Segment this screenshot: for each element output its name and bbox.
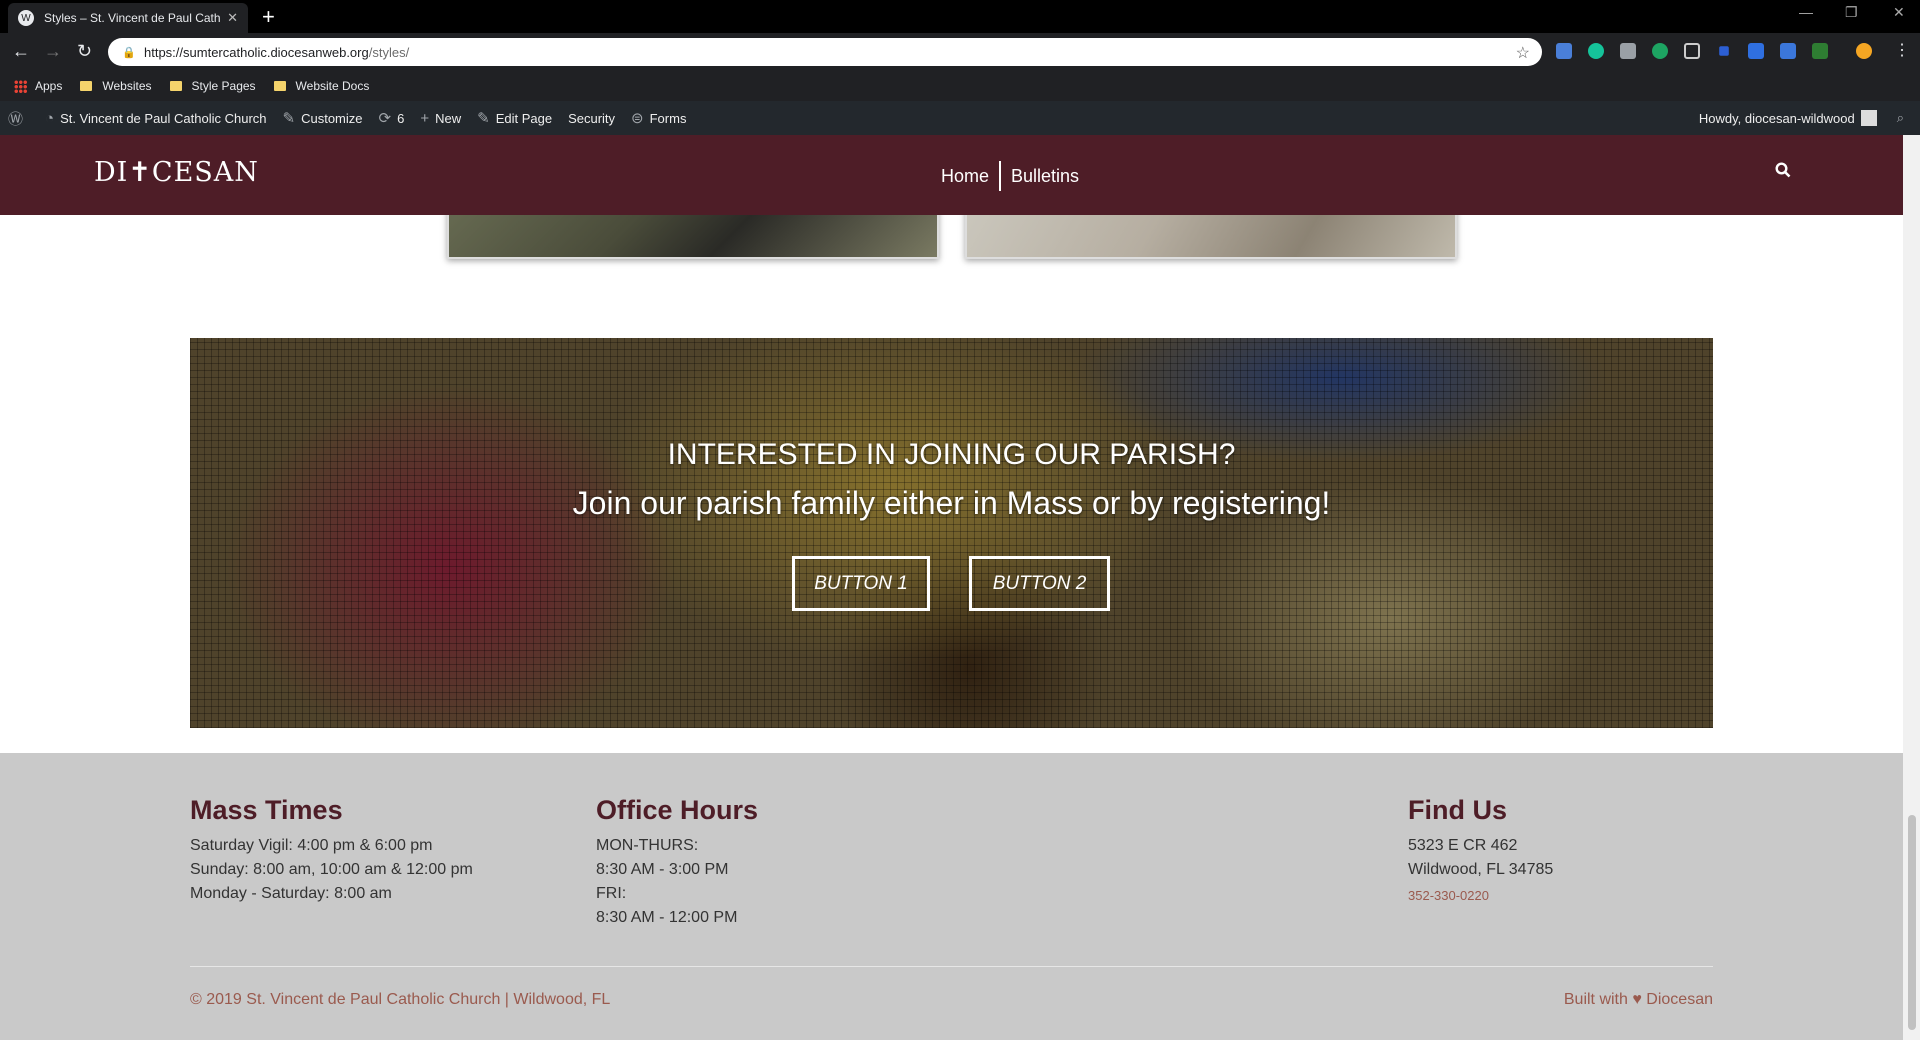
tab-title: Styles – St. Vincent de Paul Catho [44,11,222,25]
nav-divider [999,161,1002,191]
reload-icon[interactable]: ↻ [77,41,92,61]
folder-icon [80,81,93,91]
banner-subtitle: Join our parish family either in Mass or… [572,485,1331,521]
folder-icon [273,81,286,91]
bookmark-websites[interactable]: Websites [80,79,152,93]
admin-customize[interactable]: ✎ Customize [283,109,363,127]
address-line: 5323 E CR 462 [1408,837,1518,854]
browser-tab-bar: W Styles – St. Vincent de Paul Catho ✕ +… [0,0,1920,33]
footer-mass-times: Mass Times Saturday Vigil: 4:00 pm & 6:0… [190,795,473,906]
mass-time-line: Sunday: 8:00 am, 10:00 am & 12:00 pm [190,861,473,878]
wordpress-favicon-icon: W [18,10,34,26]
pencil-icon: ✎ [477,110,490,127]
mass-time-line: Saturday Vigil: 4:00 pm & 6:00 pm [190,837,433,854]
address-line: Wildwood, FL 34785 [1408,861,1554,878]
site-logo[interactable]: DI✝CESAN [94,157,259,188]
lock-icon: 🔒 [122,47,136,59]
extension-dollar-icon[interactable] [1812,43,1828,59]
forms-icon: ⊜ [631,110,644,127]
office-hours-heading: Office Hours [596,795,759,825]
dashboard-icon: ◔ [45,109,55,127]
site-header: DI✝CESAN Home Bulletins [0,135,1903,215]
folder-icon [169,81,182,91]
main-nav: Home Bulletins [941,161,1079,191]
mass-times-heading: Mass Times [190,795,343,825]
new-tab-icon[interactable]: + [262,5,275,29]
browser-toolbar: ← → ↻ 🔒 https://sumtercatholic.diocesanw… [0,33,1920,71]
extension-chat-icon[interactable] [1652,43,1668,59]
wp-admin-bar: Ⓦ ◔ St. Vincent de Paul Catholic Church ✎… [0,101,1920,135]
admin-new[interactable]: + New [420,110,461,127]
howdy-text: Howdy, diocesan-wildwood [1698,110,1855,126]
office-hours-line: MON-THURS: [596,837,699,854]
admin-site-name[interactable]: ◔ St. Vincent de Paul Catholic Church [45,110,267,127]
brush-icon: ✎ [282,110,296,127]
admin-account[interactable]: Howdy, diocesan-wildwood ⌕ [1699,101,1904,135]
nav-item-bulletins[interactable]: Bulletins [1011,166,1079,187]
copyright-link[interactable]: © 2019 St. Vincent de Paul Catholic Chur… [190,991,610,1009]
bookmark-website-docs[interactable]: Website Docs [273,79,369,93]
button-2[interactable]: BUTTON 2 [969,556,1110,611]
plus-icon: + [420,109,430,127]
admin-forms[interactable]: ⊜ Forms [631,109,686,127]
menu-kebab-icon[interactable]: ⋮ [1894,41,1910,61]
site-search-icon[interactable] [1775,162,1791,183]
restore-icon[interactable]: ❐ [1845,4,1858,21]
footer-divider [190,966,1713,967]
admin-search-icon[interactable]: ⌕ [1897,110,1904,126]
office-hours-line: FRI: [596,885,627,902]
admin-edit-page[interactable]: ✎ Edit Page [477,109,552,127]
close-tab-icon[interactable]: ✕ [227,10,238,26]
browser-tab[interactable]: W Styles – St. Vincent de Paul Catho ✕ [8,3,248,33]
extension-calendar-icon[interactable] [1556,43,1572,59]
updates-icon: ⟳ [378,110,392,127]
url-host: https://sumtercatholic.diocesanweb.org [144,44,369,60]
banner-title: INTERESTED IN JOINING OUR PARISH? [667,438,1236,471]
phone-link[interactable]: 352-330-0220 [1408,884,1553,908]
find-us-heading: Find Us [1408,795,1507,825]
profile-avatar[interactable] [1856,43,1872,59]
site-footer: Mass Times Saturday Vigil: 4:00 pm & 6:0… [0,753,1903,1040]
bookmark-style-pages[interactable]: Style Pages [169,79,256,93]
admin-security[interactable]: Security [568,111,615,126]
grammarly-icon[interactable] [1588,43,1604,59]
mass-time-line: Monday - Saturday: 8:00 am [190,885,392,902]
close-window-icon[interactable]: ✕ [1893,4,1905,21]
footer-find-us: Find Us 5323 E CR 462 Wildwood, FL 34785… [1408,795,1553,908]
bookmarks-bar: Apps Websites Style Pages Website Docs [0,71,1920,101]
scrollbar-thumb[interactable] [1908,815,1916,1030]
extension-image-icon[interactable] [1620,43,1636,59]
url-path: /styles/ [368,44,410,60]
address-bar[interactable]: 🔒 https://sumtercatholic.diocesanweb.org… [108,38,1542,66]
bookmark-star-icon[interactable]: ☆ [1516,43,1530,63]
extension-eyedropper-icon[interactable] [1748,43,1764,59]
office-hours-line: 8:30 AM - 12:00 PM [596,909,738,926]
minimize-icon[interactable]: — [1799,4,1813,20]
office-hours-line: 8:30 AM - 3:00 PM [596,861,729,878]
join-parish-banner: INTERESTED IN JOINING OUR PARISH? Join o… [190,338,1713,728]
admin-updates[interactable]: ⟳ 6 [379,109,405,127]
built-with-link[interactable]: Built with ♥ Diocesan [1564,991,1713,1009]
nav-item-home[interactable]: Home [941,166,989,187]
translate-icon[interactable] [1780,43,1796,59]
bookmark-apps[interactable]: Apps [14,79,62,93]
apps-grid-icon [14,79,27,93]
wordpress-logo-icon[interactable]: Ⓦ [8,108,29,129]
extension-square-icon[interactable] [1719,46,1729,56]
screenshot-icon[interactable] [1684,43,1700,59]
page-viewport: DI✝CESAN Home Bulletins INTERESTED IN JO… [0,135,1903,1040]
back-icon[interactable]: ← [12,41,30,61]
forward-icon[interactable]: → [44,41,62,61]
footer-office-hours: Office Hours MON-THURS: 8:30 AM - 3:00 P… [596,795,758,930]
button-1[interactable]: BUTTON 1 [792,556,930,611]
user-avatar [1860,110,1877,126]
